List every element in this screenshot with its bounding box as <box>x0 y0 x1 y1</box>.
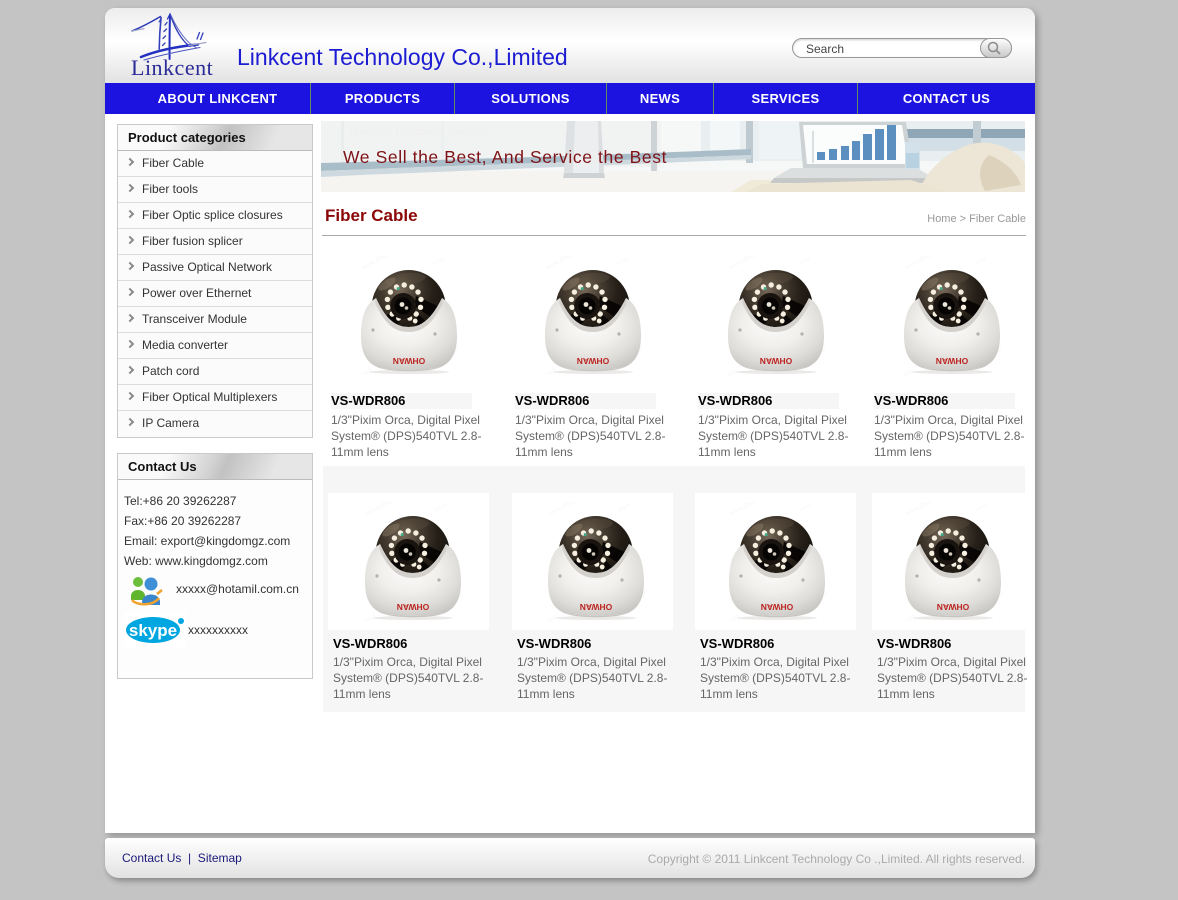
svg-text:We Sell the Best, And Service: We Sell the Best, And Service the Best <box>343 147 667 167</box>
svg-text:skype: skype <box>129 621 177 640</box>
svg-text:Investor Relations Investor: Investor Relations Investor <box>348 123 491 138</box>
